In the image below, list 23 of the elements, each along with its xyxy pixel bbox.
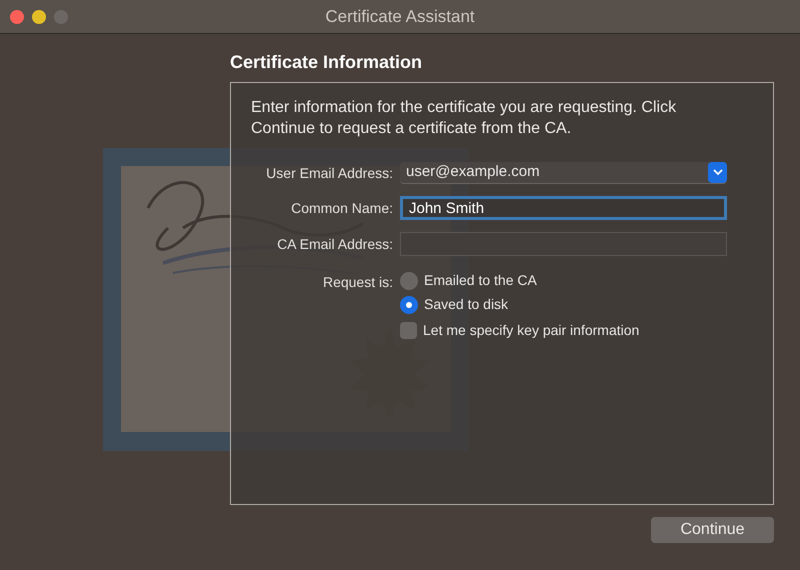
field-label: User Email Address: — [265, 164, 393, 182]
field-label: Request is: — [322, 273, 393, 292]
text-field[interactable]: John Smith — [400, 196, 727, 220]
radio-option[interactable]: Emailed to the CA — [400, 270, 640, 291]
section-heading: Certificate Information — [230, 51, 424, 73]
zoom-button[interactable] — [54, 10, 68, 24]
radio-option[interactable]: Saved to disk — [400, 294, 640, 315]
dropdown-toggle[interactable] — [708, 162, 727, 183]
field-label: Common Name: — [290, 198, 393, 218]
continue-button[interactable]: Continue — [651, 517, 774, 543]
email-dropdown[interactable]: user@example.com — [400, 162, 727, 184]
dropdown-value: user@example.com — [405, 162, 541, 182]
close-button[interactable] — [10, 10, 24, 24]
checkbox-option[interactable]: Let me specify key pair information — [400, 320, 640, 341]
checkbox[interactable] — [400, 322, 417, 339]
radio-button[interactable] — [400, 272, 418, 290]
minimize-button[interactable] — [32, 10, 46, 24]
radio-button[interactable] — [400, 296, 418, 314]
chevron-down-icon — [712, 169, 722, 176]
intro-text: Enter information for the certificate you are requesting. Click Continue to request a certificate from the CA. — [251, 98, 678, 139]
text-field[interactable] — [400, 232, 727, 256]
field-label: CA Email Address: — [276, 234, 393, 254]
window-title: Certificate Assistant — [325, 6, 475, 28]
